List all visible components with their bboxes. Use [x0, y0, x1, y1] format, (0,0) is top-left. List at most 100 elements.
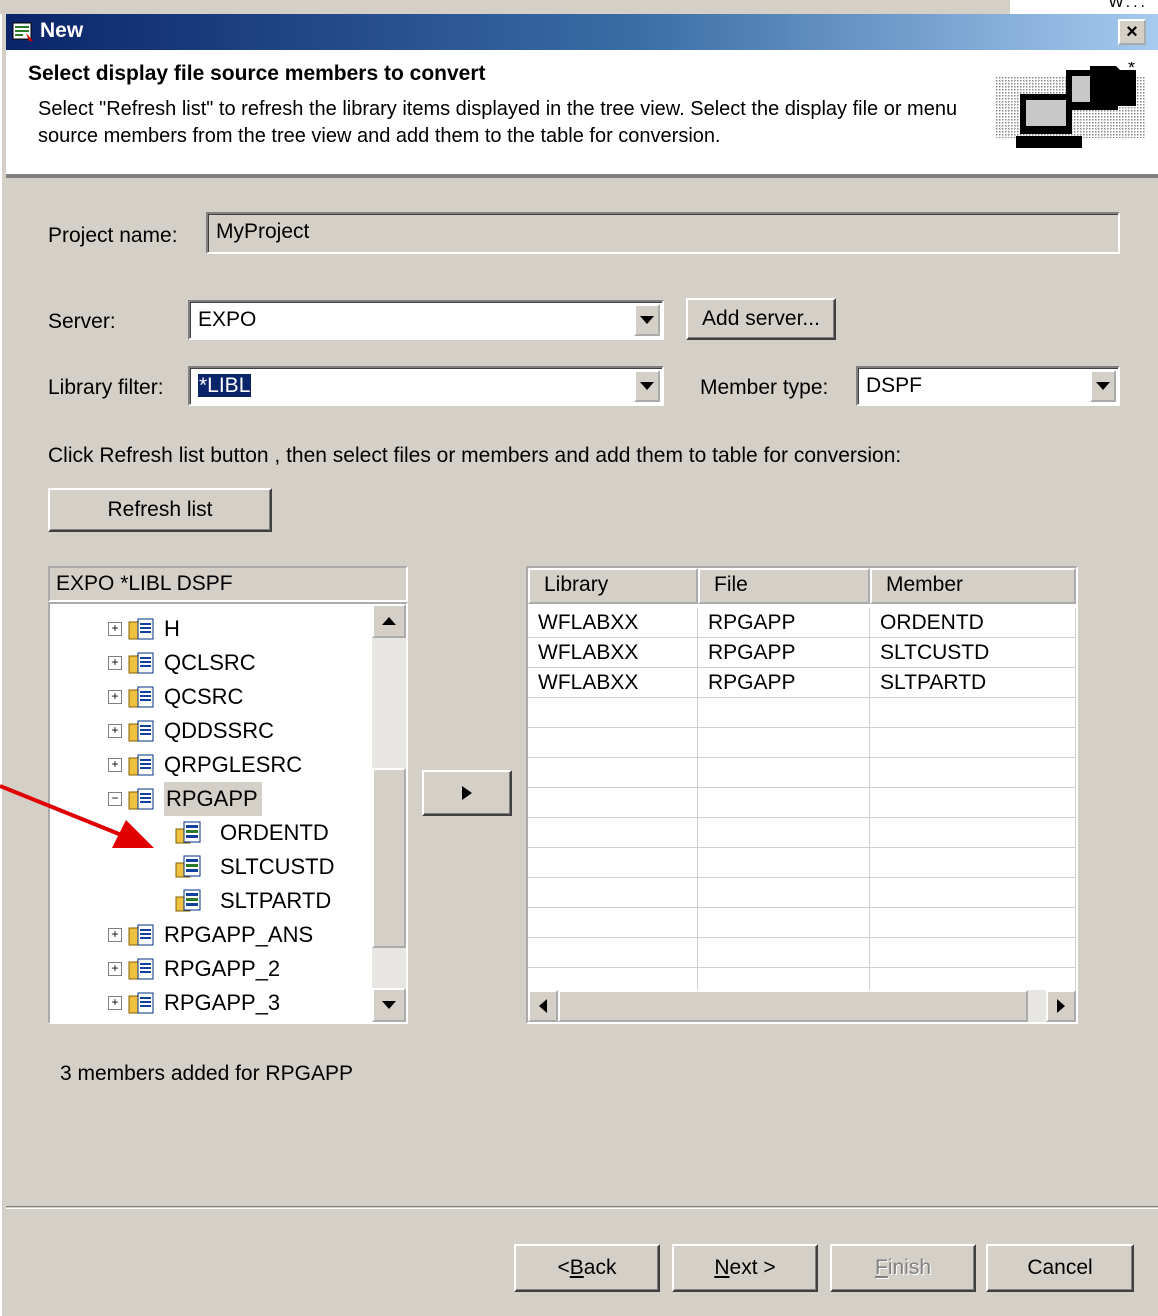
tree-vertical-scrollbar[interactable]	[372, 604, 406, 1022]
cell-library	[528, 758, 698, 788]
cell-member	[870, 698, 1076, 728]
table-row[interactable]: WFLABXX RPGAPP SLTPARTD	[528, 668, 1076, 698]
table-row[interactable]	[528, 908, 1076, 938]
member-type-value: DSPF	[866, 374, 923, 397]
cell-file	[698, 848, 870, 878]
expand-icon[interactable]: +	[108, 996, 122, 1010]
tree-folder-item[interactable]: + QRPGLESRC	[50, 748, 370, 782]
refresh-list-button[interactable]: Refresh list	[48, 488, 272, 532]
tree-folder-item[interactable]: + H	[50, 612, 370, 646]
add-server-button[interactable]: Add server...	[686, 298, 836, 340]
source-file-folder-icon	[128, 686, 154, 708]
server-value: EXPO	[198, 308, 257, 331]
tree-header: EXPO *LIBL DSPF	[48, 566, 408, 602]
tree-item-label: QRPGLESRC	[164, 752, 303, 777]
server-dropdown-button[interactable]	[634, 304, 660, 336]
expand-icon[interactable]: +	[108, 928, 122, 942]
cell-member	[870, 788, 1076, 818]
corner-text: W...	[1108, 0, 1148, 11]
page-description: Select "Refresh list" to refresh the lib…	[38, 98, 958, 147]
expand-icon[interactable]: +	[108, 724, 122, 738]
scroll-up-button[interactable]	[372, 604, 406, 638]
cell-library	[528, 698, 698, 728]
expand-icon[interactable]: +	[108, 622, 122, 636]
scroll-thumb[interactable]	[372, 768, 406, 948]
cell-library	[528, 728, 698, 758]
tree-folder-item[interactable]: + RPGAPP_ANS	[50, 918, 370, 952]
tree-folder-item[interactable]: + QDDSSRC	[50, 714, 370, 748]
expand-icon[interactable]: +	[108, 758, 122, 772]
dialog-left-edge	[0, 14, 6, 1316]
back-rest: ack	[583, 1256, 617, 1279]
finish-button[interactable]: Finish	[830, 1244, 976, 1292]
scroll-down-button[interactable]	[372, 988, 406, 1022]
horizontal-scroll-thumb[interactable]	[558, 990, 1028, 1022]
cell-member: SLTCUSTD	[870, 638, 1076, 668]
tree-folder-item[interactable]: + RPGAPP_3	[50, 986, 370, 1020]
library-filter-label: Library filter:	[48, 376, 164, 399]
library-filter-value: *LIBL	[198, 374, 252, 398]
table-row[interactable]	[528, 758, 1076, 788]
tree-item-label: SLTPARTD	[220, 888, 332, 913]
cell-member	[870, 848, 1076, 878]
member-type-dropdown-button[interactable]	[1090, 370, 1116, 402]
cell-member: SLTPARTD	[870, 668, 1076, 698]
conversion-table[interactable]: Library File Member WFLABXX RPGAPP ORDENTD…	[526, 566, 1078, 1024]
next-mnemonic: N	[714, 1256, 730, 1279]
scroll-left-button[interactable]	[528, 990, 558, 1022]
table-row[interactable]	[528, 878, 1076, 908]
cancel-button[interactable]: Cancel	[986, 1244, 1134, 1292]
expand-icon[interactable]: +	[108, 962, 122, 976]
table-row[interactable]: WFLABXX RPGAPP SLTCUSTD	[528, 638, 1076, 668]
table-row[interactable]	[528, 848, 1076, 878]
server-combo[interactable]: EXPO	[188, 300, 664, 340]
expand-icon[interactable]: +	[108, 656, 122, 670]
tree-member-item[interactable]: SLTPARTD	[50, 884, 370, 918]
title-bar[interactable]: New ×	[6, 14, 1158, 50]
tree-folder-item[interactable]: + QCSRC	[50, 680, 370, 714]
cell-file	[698, 818, 870, 848]
scroll-right-button[interactable]	[1046, 990, 1076, 1022]
window-title: New	[40, 19, 84, 42]
cell-library: WFLABXX	[528, 638, 698, 668]
back-prefix: <	[557, 1256, 570, 1279]
column-header-library[interactable]: Library	[528, 568, 698, 604]
wizard-window-icon	[12, 22, 33, 41]
add-server-label: Add server...	[702, 307, 820, 330]
tree-item-label: RPGAPP_ANS	[164, 922, 314, 947]
cell-member: ORDENTD	[870, 608, 1076, 638]
next-button[interactable]: Next >	[672, 1244, 818, 1292]
table-row[interactable]	[528, 698, 1076, 728]
cell-member	[870, 728, 1076, 758]
table-row[interactable]	[528, 728, 1076, 758]
source-file-folder-icon	[128, 958, 154, 980]
close-button[interactable]: ×	[1118, 19, 1146, 45]
source-file-folder-icon	[128, 652, 154, 674]
computer-network-icon: *	[996, 62, 1146, 148]
button-separator	[6, 1206, 1158, 1209]
library-filter-combo[interactable]: *LIBL	[188, 366, 664, 406]
table-row[interactable]	[528, 818, 1076, 848]
add-to-table-button[interactable]	[422, 770, 512, 816]
table-row[interactable]	[528, 788, 1076, 818]
wizard-header: Select display file source members to co…	[6, 50, 1158, 178]
cell-library	[528, 788, 698, 818]
display-file-member-icon	[175, 855, 201, 878]
server-label: Server:	[48, 310, 116, 333]
cell-member	[870, 878, 1076, 908]
expand-icon[interactable]: +	[108, 690, 122, 704]
library-filter-dropdown-button[interactable]	[634, 370, 660, 402]
column-header-member[interactable]: Member	[870, 568, 1076, 604]
tree-folder-item[interactable]: + RPGAPP_2	[50, 952, 370, 986]
table-row[interactable]	[528, 938, 1076, 968]
source-file-folder-icon	[128, 618, 154, 640]
member-type-combo[interactable]: DSPF	[856, 366, 1120, 406]
column-header-file[interactable]: File	[698, 568, 870, 604]
table-row[interactable]: WFLABXX RPGAPP ORDENTD	[528, 608, 1076, 638]
table-horizontal-scrollbar[interactable]	[528, 990, 1076, 1022]
cell-file	[698, 788, 870, 818]
next-rest: ext >	[729, 1256, 776, 1279]
svg-text:*: *	[1128, 62, 1135, 78]
back-button[interactable]: < Back	[514, 1244, 660, 1292]
tree-folder-item[interactable]: + QCLSRC	[50, 646, 370, 680]
